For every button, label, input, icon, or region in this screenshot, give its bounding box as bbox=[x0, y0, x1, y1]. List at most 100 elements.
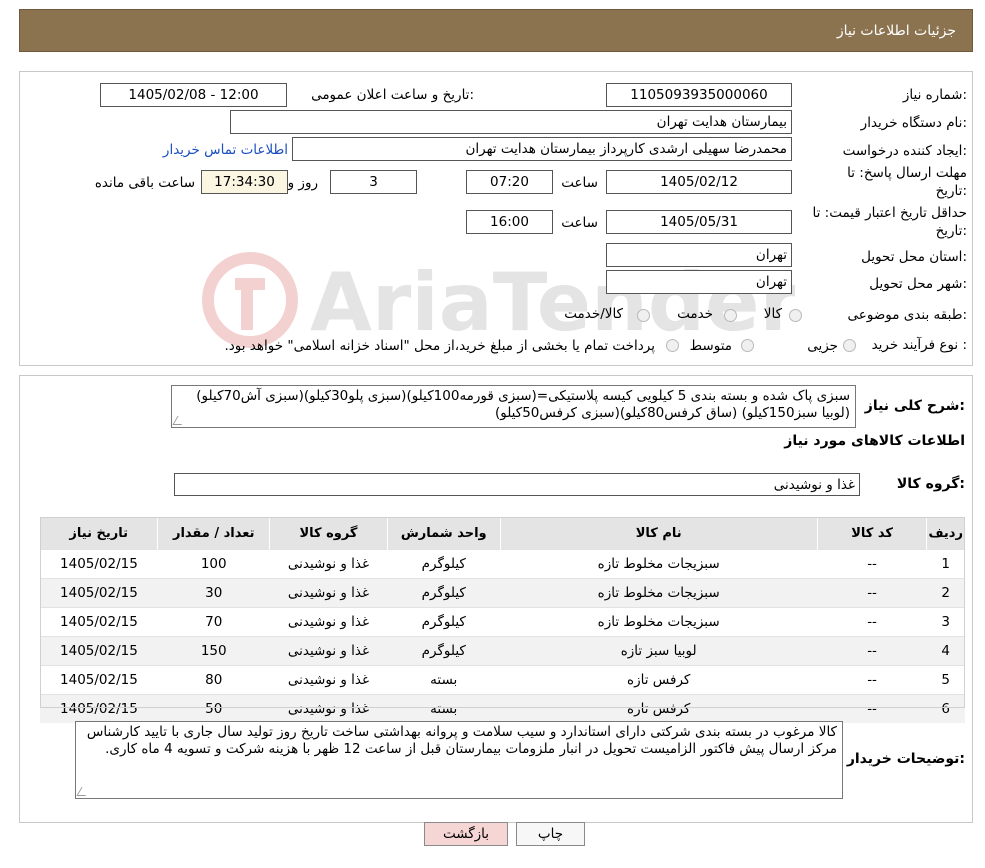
need-number-field: 1105093935000060 bbox=[606, 83, 792, 107]
cell-qty: 70 bbox=[157, 607, 270, 637]
description-textarea[interactable]: سبزی پاک شده و بسته بندی 5 کیلویی کیسه پ… bbox=[171, 385, 856, 428]
cell-name: کرفس تازه bbox=[500, 694, 818, 723]
description-text: سبزی پاک شده و بسته بندی 5 کیلویی کیسه پ… bbox=[196, 388, 850, 421]
treasury-checkbox[interactable] bbox=[666, 339, 679, 352]
cell-code: -- bbox=[817, 578, 927, 608]
col-unit: واحد شمارش bbox=[387, 517, 501, 550]
cell-name: سبزیجات مخلوط تازه bbox=[500, 578, 818, 608]
validity-label: حداقل تاریخ اعتبار قیمت: تا bbox=[812, 205, 967, 221]
resize-grip-icon[interactable] bbox=[172, 416, 187, 425]
deadline-time-label: ساعت bbox=[561, 175, 598, 191]
goods-table: تاریخ نیاز تعداد / مقدار گروه کالا واحد … bbox=[40, 517, 965, 723]
validity-time-field: 16:00 bbox=[466, 210, 553, 234]
cell-code: -- bbox=[817, 636, 927, 666]
cell-date: 1405/02/15 bbox=[40, 636, 158, 666]
cell-date: 1405/02/15 bbox=[40, 694, 158, 723]
buyer-notes-label: توضیحات خریدار: bbox=[846, 751, 965, 767]
cell-unit: کیلوگرم bbox=[387, 578, 501, 608]
city-label: شهر محل تحویل: bbox=[869, 276, 967, 292]
col-name: نام کالا bbox=[500, 517, 818, 550]
cell-index: 3 bbox=[926, 607, 965, 637]
table-row: 1405/02/15 50 غذا و نوشیدنی بسته کرفس تازه --… bbox=[40, 694, 965, 723]
cell-date: 1405/02/15 bbox=[40, 578, 158, 608]
cell-code: -- bbox=[817, 694, 927, 723]
category-option-service: خدمت bbox=[677, 306, 713, 322]
cell-date: 1405/02/15 bbox=[40, 665, 158, 695]
goods-section-title: اطلاعات کالاهای مورد نیاز bbox=[784, 433, 965, 449]
process-option-medium: متوسط bbox=[689, 338, 732, 354]
cell-unit: بسته bbox=[387, 665, 501, 695]
need-number-label: شماره نیاز: bbox=[902, 87, 967, 103]
cell-group: غذا و نوشیدنی bbox=[269, 578, 388, 608]
requester-field: محمدرضا سهیلی ارشدی کارپرداز بیمارستان ه… bbox=[292, 137, 792, 161]
cell-unit: کیلوگرم bbox=[387, 549, 501, 579]
cell-date: 1405/02/15 bbox=[40, 607, 158, 637]
requester-label: ایجاد کننده درخواست: bbox=[842, 143, 967, 159]
remaining-time-field: 17:34:30 bbox=[201, 170, 288, 194]
cell-group: غذا و نوشیدنی bbox=[269, 607, 388, 637]
category-option-goods-service: کالا/خدمت bbox=[564, 306, 623, 322]
cell-index: 4 bbox=[926, 636, 965, 666]
process-radio-medium[interactable] bbox=[741, 339, 754, 352]
table-row: 1405/02/15 70 غذا و نوشیدنی کیلوگرم سبزیجات … bbox=[40, 607, 965, 637]
description-label: شرح کلی نیاز: bbox=[864, 398, 965, 414]
table-header-row: تاریخ نیاز تعداد / مقدار گروه کالا واحد … bbox=[40, 517, 965, 550]
buyer-notes-textarea[interactable]: کالا مرغوب در بسته بندی شرکتی دارای استا… bbox=[75, 721, 843, 799]
province-label: استان محل تحویل: bbox=[861, 249, 967, 265]
cell-index: 6 bbox=[926, 694, 965, 723]
cell-name: لوبیا سبز تازه bbox=[500, 636, 818, 666]
back-button[interactable]: بازگشت bbox=[424, 822, 508, 846]
category-radio-service[interactable] bbox=[724, 309, 737, 322]
cell-index: 1 bbox=[926, 549, 965, 579]
goods-group-label: گروه کالا: bbox=[896, 476, 965, 492]
goods-group-field: غذا و نوشیدنی bbox=[174, 473, 860, 496]
deadline-label: مهلت ارسال پاسخ: تا bbox=[847, 165, 967, 181]
deadline-date-field: 1405/02/12 bbox=[606, 170, 792, 194]
announce-datetime-field: 1405/02/08 - 12:00 bbox=[100, 83, 287, 107]
province-field: تهران bbox=[606, 243, 792, 267]
cell-group: غذا و نوشیدنی bbox=[269, 636, 388, 666]
print-button[interactable]: چاپ bbox=[516, 822, 585, 846]
col-need-date: تاریخ نیاز bbox=[40, 517, 159, 550]
deadline-time-field: 07:20 bbox=[466, 170, 553, 194]
category-radio-goods[interactable] bbox=[789, 309, 802, 322]
buyer-org-label: نام دستگاه خریدار: bbox=[860, 115, 967, 131]
col-quantity: تعداد / مقدار bbox=[157, 517, 271, 550]
buyer-org-field: بیمارستان هدایت تهران bbox=[230, 110, 792, 134]
validity-time-label: ساعت bbox=[561, 215, 598, 231]
deadline-label-2: تاریخ: bbox=[935, 183, 967, 199]
cell-name: کرفس تازه bbox=[500, 665, 818, 695]
page-header: جزئیات اطلاعات نیاز bbox=[19, 9, 973, 52]
cell-qty: 80 bbox=[157, 665, 270, 695]
table-row: 1405/02/15 30 غذا و نوشیدنی کیلوگرم سبزیجات … bbox=[40, 578, 965, 608]
page-title: جزئیات اطلاعات نیاز bbox=[836, 23, 956, 39]
cell-qty: 50 bbox=[157, 694, 270, 723]
cell-group: غذا و نوشیدنی bbox=[269, 694, 388, 723]
resize-grip-icon[interactable] bbox=[76, 787, 91, 796]
cell-unit: بسته bbox=[387, 694, 501, 723]
table-row: 1405/02/15 100 غذا و نوشیدنی کیلوگرم سبزیجات… bbox=[40, 549, 965, 579]
cell-date: 1405/02/15 bbox=[40, 549, 158, 579]
buyer-contact-link[interactable]: اطلاعات تماس خریدار bbox=[163, 142, 288, 158]
cell-code: -- bbox=[817, 607, 927, 637]
table-row: 1405/02/15 80 غذا و نوشیدنی بسته کرفس تازه --… bbox=[40, 665, 965, 695]
col-row: ردیف bbox=[926, 517, 965, 550]
days-label: روز و bbox=[287, 175, 318, 191]
cell-qty: 30 bbox=[157, 578, 270, 608]
validity-label-2: تاریخ: bbox=[935, 223, 967, 239]
process-note: پرداخت تمام یا بخشی از مبلغ خرید،از محل … bbox=[224, 338, 655, 354]
category-option-goods: کالا bbox=[763, 306, 782, 322]
cell-unit: کیلوگرم bbox=[387, 607, 501, 637]
process-label: نوع فرآیند خرید : bbox=[871, 337, 967, 353]
announce-label: تاریخ و ساعت اعلان عمومی: bbox=[311, 87, 474, 103]
buyer-notes-text: کالا مرغوب در بسته بندی شرکتی دارای استا… bbox=[86, 724, 837, 757]
cell-index: 5 bbox=[926, 665, 965, 695]
cell-code: -- bbox=[817, 665, 927, 695]
cell-unit: کیلوگرم bbox=[387, 636, 501, 666]
process-option-minor: جزیی bbox=[807, 338, 838, 354]
process-radio-minor[interactable] bbox=[843, 339, 856, 352]
cell-qty: 100 bbox=[157, 549, 270, 579]
cell-group: غذا و نوشیدنی bbox=[269, 549, 388, 579]
category-radio-goods-service[interactable] bbox=[637, 309, 650, 322]
cell-code: -- bbox=[817, 549, 927, 579]
